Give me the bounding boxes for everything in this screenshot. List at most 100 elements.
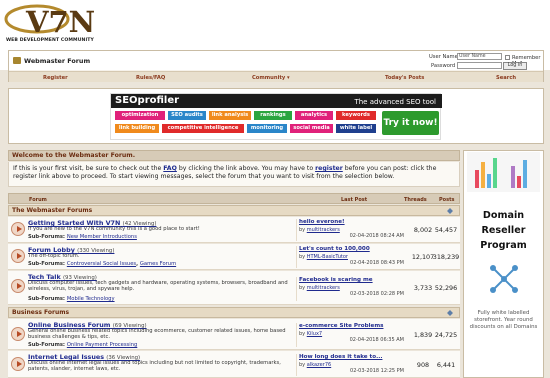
- x-logo-icon: [490, 265, 518, 293]
- last-post-date: 02-04-2018 08:24 AM: [349, 233, 404, 239]
- welcome-text-3: before you can post: click the: [342, 165, 437, 172]
- forum-status-icon: [11, 249, 25, 263]
- welcome-text-2: by clicking the link above. You may have…: [176, 165, 316, 172]
- section-title: Business Forums: [12, 309, 70, 316]
- subforum-link[interactable]: Online Payment Processing: [67, 342, 137, 348]
- last-post: hello everone! by multitrackers 02-04-20…: [296, 219, 406, 241]
- subforums: Sub-Forums: New Member Introductions: [28, 234, 137, 240]
- subforums: Sub-Forums: Controversial Social Issues,…: [28, 261, 177, 267]
- subforum-link[interactable]: Controversial Social Issues: [67, 261, 136, 267]
- col-forum: Forum: [29, 197, 47, 203]
- ad-tag: competitive intelligence: [162, 124, 244, 133]
- welcome-title: Welcome to the Webmaster Forum.: [8, 150, 460, 161]
- forum-description: The off-topic forum.: [28, 253, 80, 259]
- last-post-date: 02-03-2018 12:25 PM: [350, 368, 404, 374]
- subforums-label: Sub-Forums:: [28, 342, 66, 348]
- last-post-title[interactable]: e-commerce Site Problems: [299, 323, 406, 329]
- ad-tag: white label: [336, 124, 376, 133]
- forum-status-icon: [11, 222, 25, 236]
- seo-tagline: The advanced SEO tool: [354, 98, 436, 106]
- ad-bar: [511, 166, 515, 188]
- last-post-date: 02-04-2018 06:35 AM: [349, 337, 404, 343]
- register-link[interactable]: register: [315, 165, 343, 172]
- forum-description: General online business related topics i…: [28, 328, 286, 340]
- try-it-now-button[interactable]: Try it now!: [382, 111, 439, 135]
- forum-description: Discuss online internet legal issues and…: [28, 360, 281, 372]
- col-threads: Threads: [404, 197, 427, 203]
- forum-row: Online Business Forum (69 Viewing) Gener…: [8, 319, 460, 350]
- seoprofiler-banner[interactable]: SEOprofiler The advanced SEO tool optimi…: [110, 93, 442, 140]
- last-post-author-link[interactable]: multitrackers: [307, 285, 340, 291]
- subforum-link[interactable]: New Member Introductions: [67, 234, 137, 240]
- nav-search[interactable]: Search: [496, 75, 516, 81]
- collapse-icon[interactable]: [447, 208, 453, 214]
- nav-todays-posts[interactable]: Today's Posts: [385, 75, 424, 81]
- subforum-link[interactable]: Mobile Technology: [67, 296, 115, 302]
- post-count: 318,239: [432, 253, 460, 261]
- chevron-down-icon: ▾: [287, 75, 290, 81]
- last-post: Facebook is scaring me by multitrackers …: [296, 277, 406, 301]
- forum-row: Forum Lobby (330 Viewing) The off-topic …: [8, 244, 460, 270]
- last-post-title[interactable]: Facebook is scaring me: [299, 277, 406, 283]
- ad-bar: [481, 162, 485, 188]
- forum-description: If you are new to the V7N community this…: [28, 226, 200, 232]
- side-ad-text: Fully white labelled storefront. Year ro…: [469, 310, 538, 330]
- subforums-label: Sub-Forums:: [28, 261, 66, 267]
- seo-banner-header: SEOprofiler The advanced SEO tool: [111, 94, 442, 108]
- logo-subtitle: WEB DEVELOPMENT COMMUNITY: [6, 38, 94, 43]
- password-input[interactable]: [457, 62, 502, 69]
- ad-tag: rankings: [254, 111, 292, 120]
- section-title: The Webmaster Forums: [12, 207, 93, 214]
- forum-row: Getting Started With V7N (42 Viewing) If…: [8, 217, 460, 243]
- last-post-title[interactable]: How long does it take to...: [299, 354, 406, 360]
- domain-reseller-ad[interactable]: Domain Reseller Program Fully white labe…: [467, 152, 540, 374]
- ad-tag: monitoring: [247, 124, 287, 133]
- nav-community-label: Community: [252, 75, 286, 81]
- welcome-text-1: If this is your first visit, be sure to …: [13, 165, 164, 172]
- last-post-author-link[interactable]: multitrackers: [307, 227, 340, 233]
- ad-bar: [487, 174, 491, 188]
- col-posts: Posts: [439, 197, 455, 203]
- forum-row: Tech Talk (93 Viewing) Discuss computer …: [8, 271, 460, 305]
- section-webmaster-forums: The Webmaster Forums: [8, 205, 460, 216]
- ad-bar: [475, 170, 479, 188]
- forum-main: Welcome to the Webmaster Forum. If this …: [8, 150, 460, 378]
- last-post-author-link[interactable]: Kilux7: [307, 331, 322, 337]
- last-post-author-link[interactable]: HTML-BasicTutor: [307, 254, 348, 260]
- ad-bar: [517, 176, 521, 188]
- subforum-link[interactable]: Games Forum: [140, 261, 176, 267]
- last-post: Let's count to 100,000 by HTML-BasicTuto…: [296, 246, 406, 268]
- collapse-icon[interactable]: [447, 310, 453, 316]
- nav-register[interactable]: Register: [43, 75, 68, 81]
- username-label: User Name: [429, 54, 458, 60]
- side-ad-title: Domain Reseller Program: [480, 210, 527, 251]
- remember-me-checkbox[interactable]: [505, 55, 510, 60]
- forum-status-icon: [11, 327, 25, 341]
- ad-bar: [523, 160, 527, 188]
- post-count: 54,457: [434, 226, 458, 234]
- seo-logo: SEOprofiler: [115, 95, 180, 106]
- forum-row: Internet Legal Issues (36 Viewing) Discu…: [8, 351, 460, 378]
- username-input[interactable]: User Name: [457, 53, 502, 60]
- navbar: Webmaster Forum User Name User Name Reme…: [8, 50, 544, 82]
- ad-tag: optimization: [115, 111, 165, 120]
- last-post-title[interactable]: Let's count to 100,000: [299, 246, 406, 252]
- last-post-author-link[interactable]: alkazer76: [307, 362, 331, 368]
- nav-community[interactable]: Community ▾: [252, 75, 290, 81]
- faq-link[interactable]: FAQ: [163, 165, 177, 172]
- last-post: How long does it take to... by alkazer76…: [296, 354, 406, 376]
- subforums-label: Sub-Forums:: [28, 296, 66, 302]
- ad-tag: keywords: [336, 111, 376, 120]
- forum-home-icon[interactable]: [13, 57, 21, 64]
- password-label: Password: [431, 63, 456, 69]
- nav-links: Register Rules/FAQ Community ▾ Today's P…: [9, 71, 543, 82]
- forum-status-icon: [11, 279, 25, 293]
- last-post-title[interactable]: hello everone!: [299, 219, 406, 225]
- page-title[interactable]: Webmaster Forum: [24, 57, 90, 65]
- subforums: Sub-Forums: Mobile Technology: [28, 296, 115, 302]
- login-button[interactable]: Log in: [503, 62, 527, 70]
- welcome-text-4: register link above to proceed. To start…: [13, 173, 395, 180]
- nav-rules-faq[interactable]: Rules/FAQ: [136, 75, 165, 81]
- subforums-label: Sub-Forums:: [28, 234, 66, 240]
- ad-tag: link building: [115, 124, 159, 133]
